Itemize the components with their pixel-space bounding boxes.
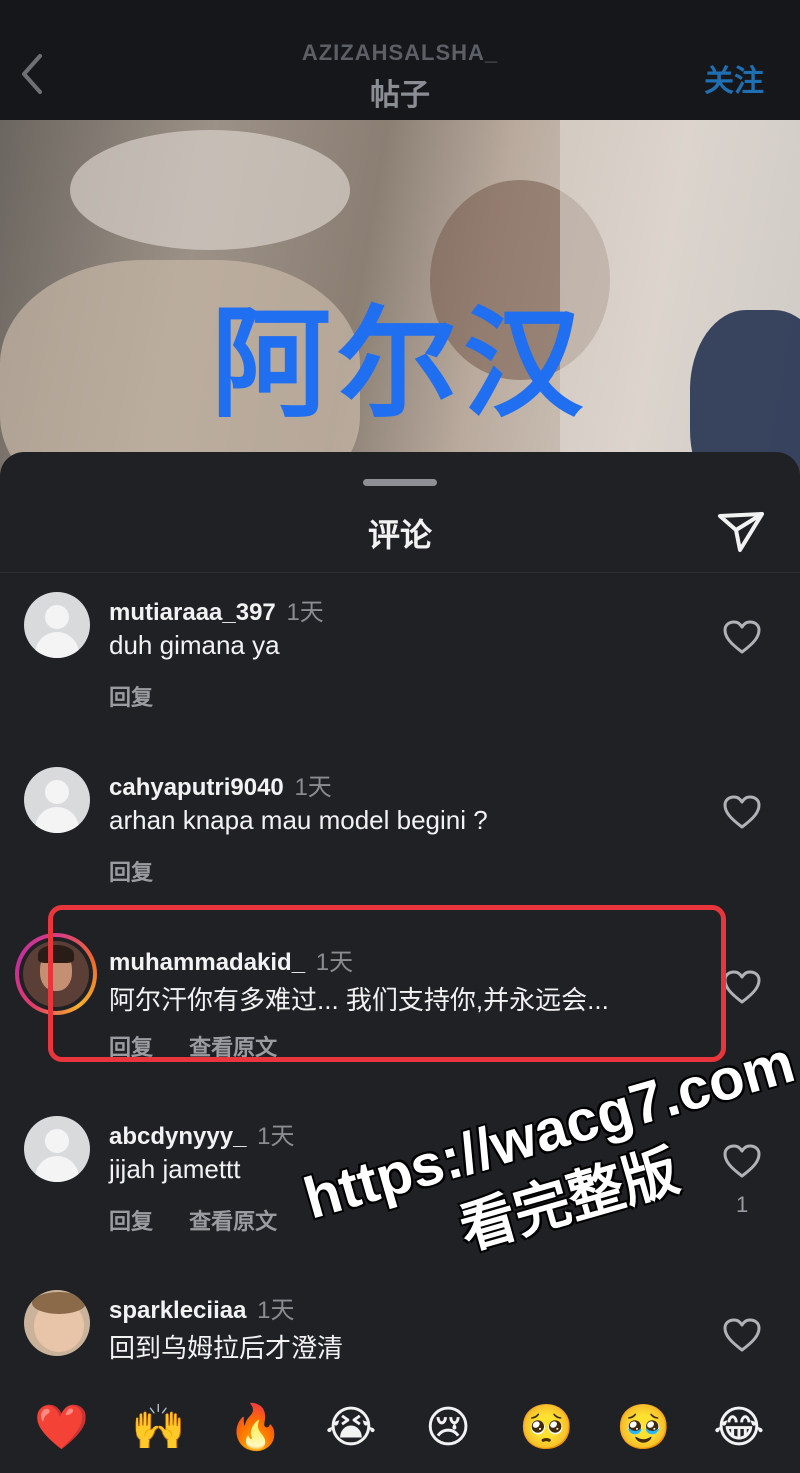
heart-icon [723,620,761,654]
share-button[interactable] [716,506,766,554]
comment-text: duh gimana ya [109,630,280,660]
comment-username[interactable]: sparkleciiaa [109,1297,246,1324]
chevron-left-icon [22,54,42,94]
comment-text: arhan knapa mau model begini ? [109,805,488,835]
comment-item: cahyaputri9040 1天 arhan knapa mau model … [0,767,800,897]
comment-time: 1天 [286,599,324,626]
post-image: 阿尔汉 [0,120,800,480]
emoji-crying[interactable]: 😢 [422,1402,474,1454]
emoji-tears-of-joy[interactable]: 😂 [713,1402,765,1454]
like-button[interactable] [722,1317,762,1353]
photo-shape [70,130,350,250]
back-button[interactable] [14,50,50,98]
see-original-button[interactable]: 查看原文 [189,1209,277,1234]
heart-icon [723,795,761,829]
comment-time: 1天 [294,774,332,801]
emoji-heart[interactable]: ❤️ [34,1402,89,1454]
comment-text: 回到乌姆拉后才澄清 [109,1333,344,1363]
post-overlay-text: 阿尔汉 [211,297,589,431]
emoji-reaction-bar: ❤️ 🙌 🔥 😭 😢 🥺 🥹 😂 [0,1380,800,1473]
avatar[interactable] [24,592,90,658]
reply-button[interactable]: 回复 [109,860,153,885]
avatar[interactable] [24,1116,90,1182]
comment-item: mutiaraaa_397 1天 duh gimana ya 回复 [0,592,800,722]
drag-handle[interactable] [363,479,437,486]
emoji-holding-back-tears[interactable]: 🥹 [616,1402,671,1454]
highlight-box [48,905,726,1062]
comment-time: 1天 [257,1297,295,1324]
heart-icon [723,1318,761,1352]
reply-button[interactable]: 回复 [109,1209,153,1234]
comment-text: jijah jamettt [109,1154,241,1184]
reply-button[interactable]: 回复 [109,685,153,710]
heart-icon [723,970,761,1004]
top-bar: AZIZAHSALSHA_ 帖子 关注 [0,0,800,120]
comment-time: 1天 [257,1123,295,1150]
page-title: 帖子 [370,79,430,112]
emoji-raised-hands[interactable]: 🙌 [131,1402,186,1454]
header-username: AZIZAHSALSHA_ [301,40,499,65]
like-button[interactable] [722,969,762,1005]
emoji-loudly-crying[interactable]: 😭 [325,1402,377,1454]
emoji-fire[interactable]: 🔥 [228,1402,283,1454]
avatar[interactable] [24,767,90,833]
comment-username[interactable]: mutiaraaa_397 [109,599,276,626]
divider [0,572,800,573]
comments-title: 评论 [367,517,432,553]
follow-button[interactable]: 关注 [704,56,764,100]
like-button[interactable] [722,794,762,830]
header-title-group: AZIZAHSALSHA_ 帖子 [200,40,600,114]
emoji-pleading[interactable]: 🥺 [519,1402,574,1454]
comment-username[interactable]: cahyaputri9040 [109,774,284,801]
send-icon [718,512,764,552]
comment-username[interactable]: abcdynyyy_ [109,1123,246,1150]
avatar[interactable] [24,1290,90,1356]
like-button[interactable] [722,619,762,655]
